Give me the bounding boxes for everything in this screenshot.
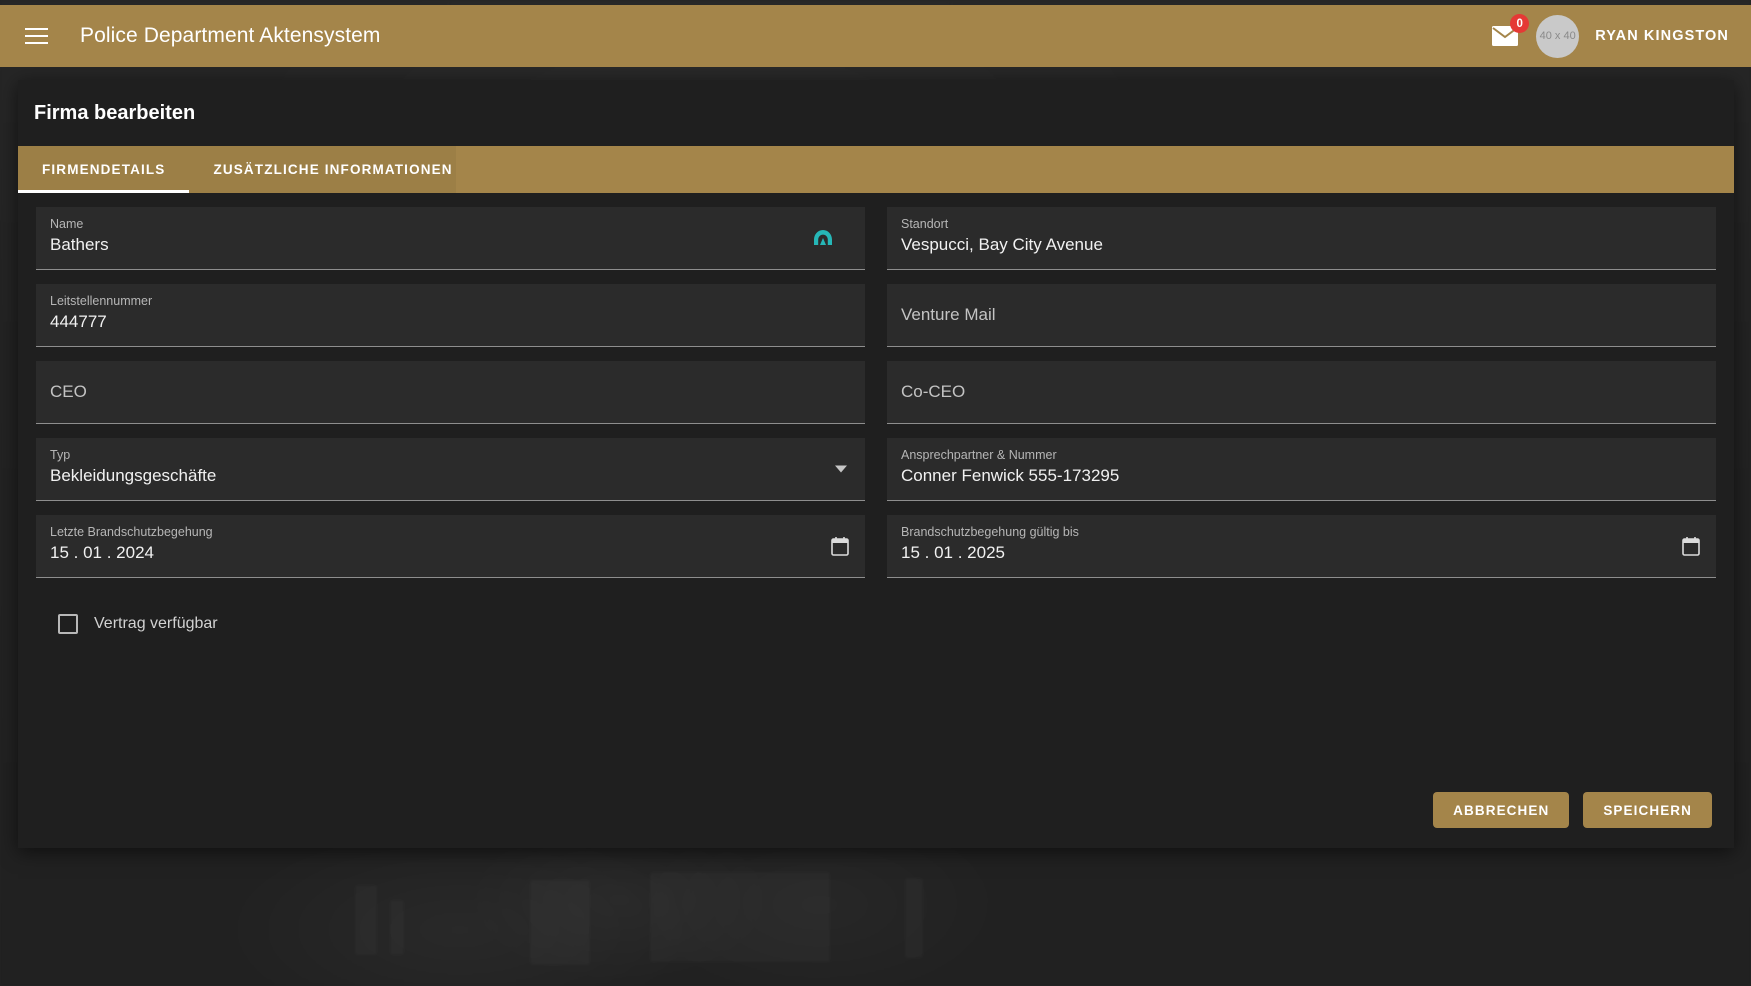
tab-zusaetzliche-informationen[interactable]: ZUSÄTZLICHE INFORMATIONEN	[189, 146, 476, 193]
vertrag-verfuegbar-label: Vertrag verfügbar	[94, 615, 218, 632]
brandschutzbegehung-gueltig-bis-label: Brandschutzbegehung gültig bis	[901, 525, 1079, 539]
hamburger-menu-icon[interactable]	[14, 14, 58, 58]
co-ceo-field[interactable]: Co-CEO	[887, 361, 1716, 424]
standort-field-label: Standort	[901, 217, 949, 231]
app-title: Police Department Aktensystem	[80, 24, 381, 47]
letzte-brandschutzbegehung-field[interactable]: Letzte Brandschutzbegehung 15 . 01 . 202…	[36, 515, 865, 578]
top-app-bar: Police Department Aktensystem 0 40 x 40 …	[0, 5, 1751, 67]
standort-field-value: Vespucci, Bay City Avenue	[901, 235, 1103, 254]
ansprechpartner-field-label: Ansprechpartner & Nummer	[901, 448, 1057, 462]
form-row: Leitstellennummer 444777 Venture Mail	[36, 284, 1716, 347]
co-ceo-field-placeholder: Co-CEO	[901, 382, 966, 401]
username-label[interactable]: RYAN KINGSTON	[1595, 28, 1729, 44]
edit-company-dialog: Firma bearbeiten FIRMENDETAILS ZUSÄTZLIC…	[18, 80, 1734, 848]
company-form: Name Bathers Standort Vespucci, Bay City…	[18, 207, 1734, 634]
standort-field[interactable]: Standort Vespucci, Bay City Avenue	[887, 207, 1716, 270]
background-decor-shape	[905, 878, 923, 958]
name-field[interactable]: Name Bathers	[36, 207, 865, 270]
mail-icon[interactable]: 0	[1488, 14, 1530, 53]
chevron-down-icon[interactable]	[835, 465, 847, 473]
ansprechpartner-field[interactable]: Ansprechpartner & Nummer Conner Fenwick …	[887, 438, 1716, 501]
background-decor-shape	[650, 872, 830, 962]
topbar-right-group: 0 40 x 40 RYAN KINGSTON	[1488, 14, 1751, 58]
ceo-field[interactable]: CEO	[36, 361, 865, 424]
vertrag-verfuegbar-checkbox[interactable]	[58, 614, 78, 634]
dialog-actions: ABBRECHEN SPEICHERN	[1433, 792, 1712, 828]
name-field-label: Name	[50, 217, 84, 231]
form-row: Typ Bekleidungsgeschäfte Ansprechpartner…	[36, 438, 1716, 501]
letzte-brandschutzbegehung-value: 15 . 01 . 2024	[50, 543, 154, 562]
brandschutzbegehung-gueltig-bis-value: 15 . 01 . 2025	[901, 543, 1005, 562]
venture-mail-field[interactable]: Venture Mail	[887, 284, 1716, 347]
cancel-button[interactable]: ABBRECHEN	[1433, 792, 1570, 828]
name-field-value: Bathers	[50, 235, 109, 254]
tab-bar: FIRMENDETAILS ZUSÄTZLICHE INFORMATIONEN	[18, 146, 1734, 193]
typ-field-value: Bekleidungsgeschäfte	[50, 466, 217, 485]
ceo-field-placeholder: CEO	[50, 382, 87, 401]
background-decor-shape	[390, 900, 404, 955]
form-row: Letzte Brandschutzbegehung 15 . 01 . 202…	[36, 515, 1716, 578]
venture-mail-field-placeholder: Venture Mail	[901, 305, 996, 324]
page-title: Firma bearbeiten	[34, 102, 196, 124]
ansprechpartner-field-value: Conner Fenwick 555-173295	[901, 466, 1120, 485]
avatar[interactable]: 40 x 40	[1536, 14, 1580, 58]
background-decor-shape	[530, 880, 590, 965]
vertrag-verfuegbar-row[interactable]: Vertrag verfügbar	[58, 614, 1716, 634]
form-row: Name Bathers Standort Vespucci, Bay City…	[36, 207, 1716, 270]
autofill-arch-icon[interactable]	[811, 226, 835, 250]
calendar-icon[interactable]	[1682, 536, 1700, 556]
mail-badge: 0	[1510, 14, 1530, 33]
typ-field-label: Typ	[50, 448, 71, 462]
form-row: CEO Co-CEO	[36, 361, 1716, 424]
leitstellennummer-field[interactable]: Leitstellennummer 444777	[36, 284, 865, 347]
tab-firmendetails[interactable]: FIRMENDETAILS	[18, 146, 190, 193]
letzte-brandschutzbegehung-label: Letzte Brandschutzbegehung	[50, 525, 213, 539]
typ-select-field[interactable]: Typ Bekleidungsgeschäfte	[36, 438, 865, 501]
leitstellennummer-field-value: 444777	[50, 312, 107, 331]
leitstellennummer-field-label: Leitstellennummer	[50, 294, 153, 308]
background-decor-shape	[355, 885, 377, 955]
brandschutzbegehung-gueltig-bis-field[interactable]: Brandschutzbegehung gültig bis 15 . 01 .…	[887, 515, 1716, 578]
save-button[interactable]: SPEICHERN	[1583, 792, 1712, 828]
calendar-icon[interactable]	[831, 536, 849, 556]
